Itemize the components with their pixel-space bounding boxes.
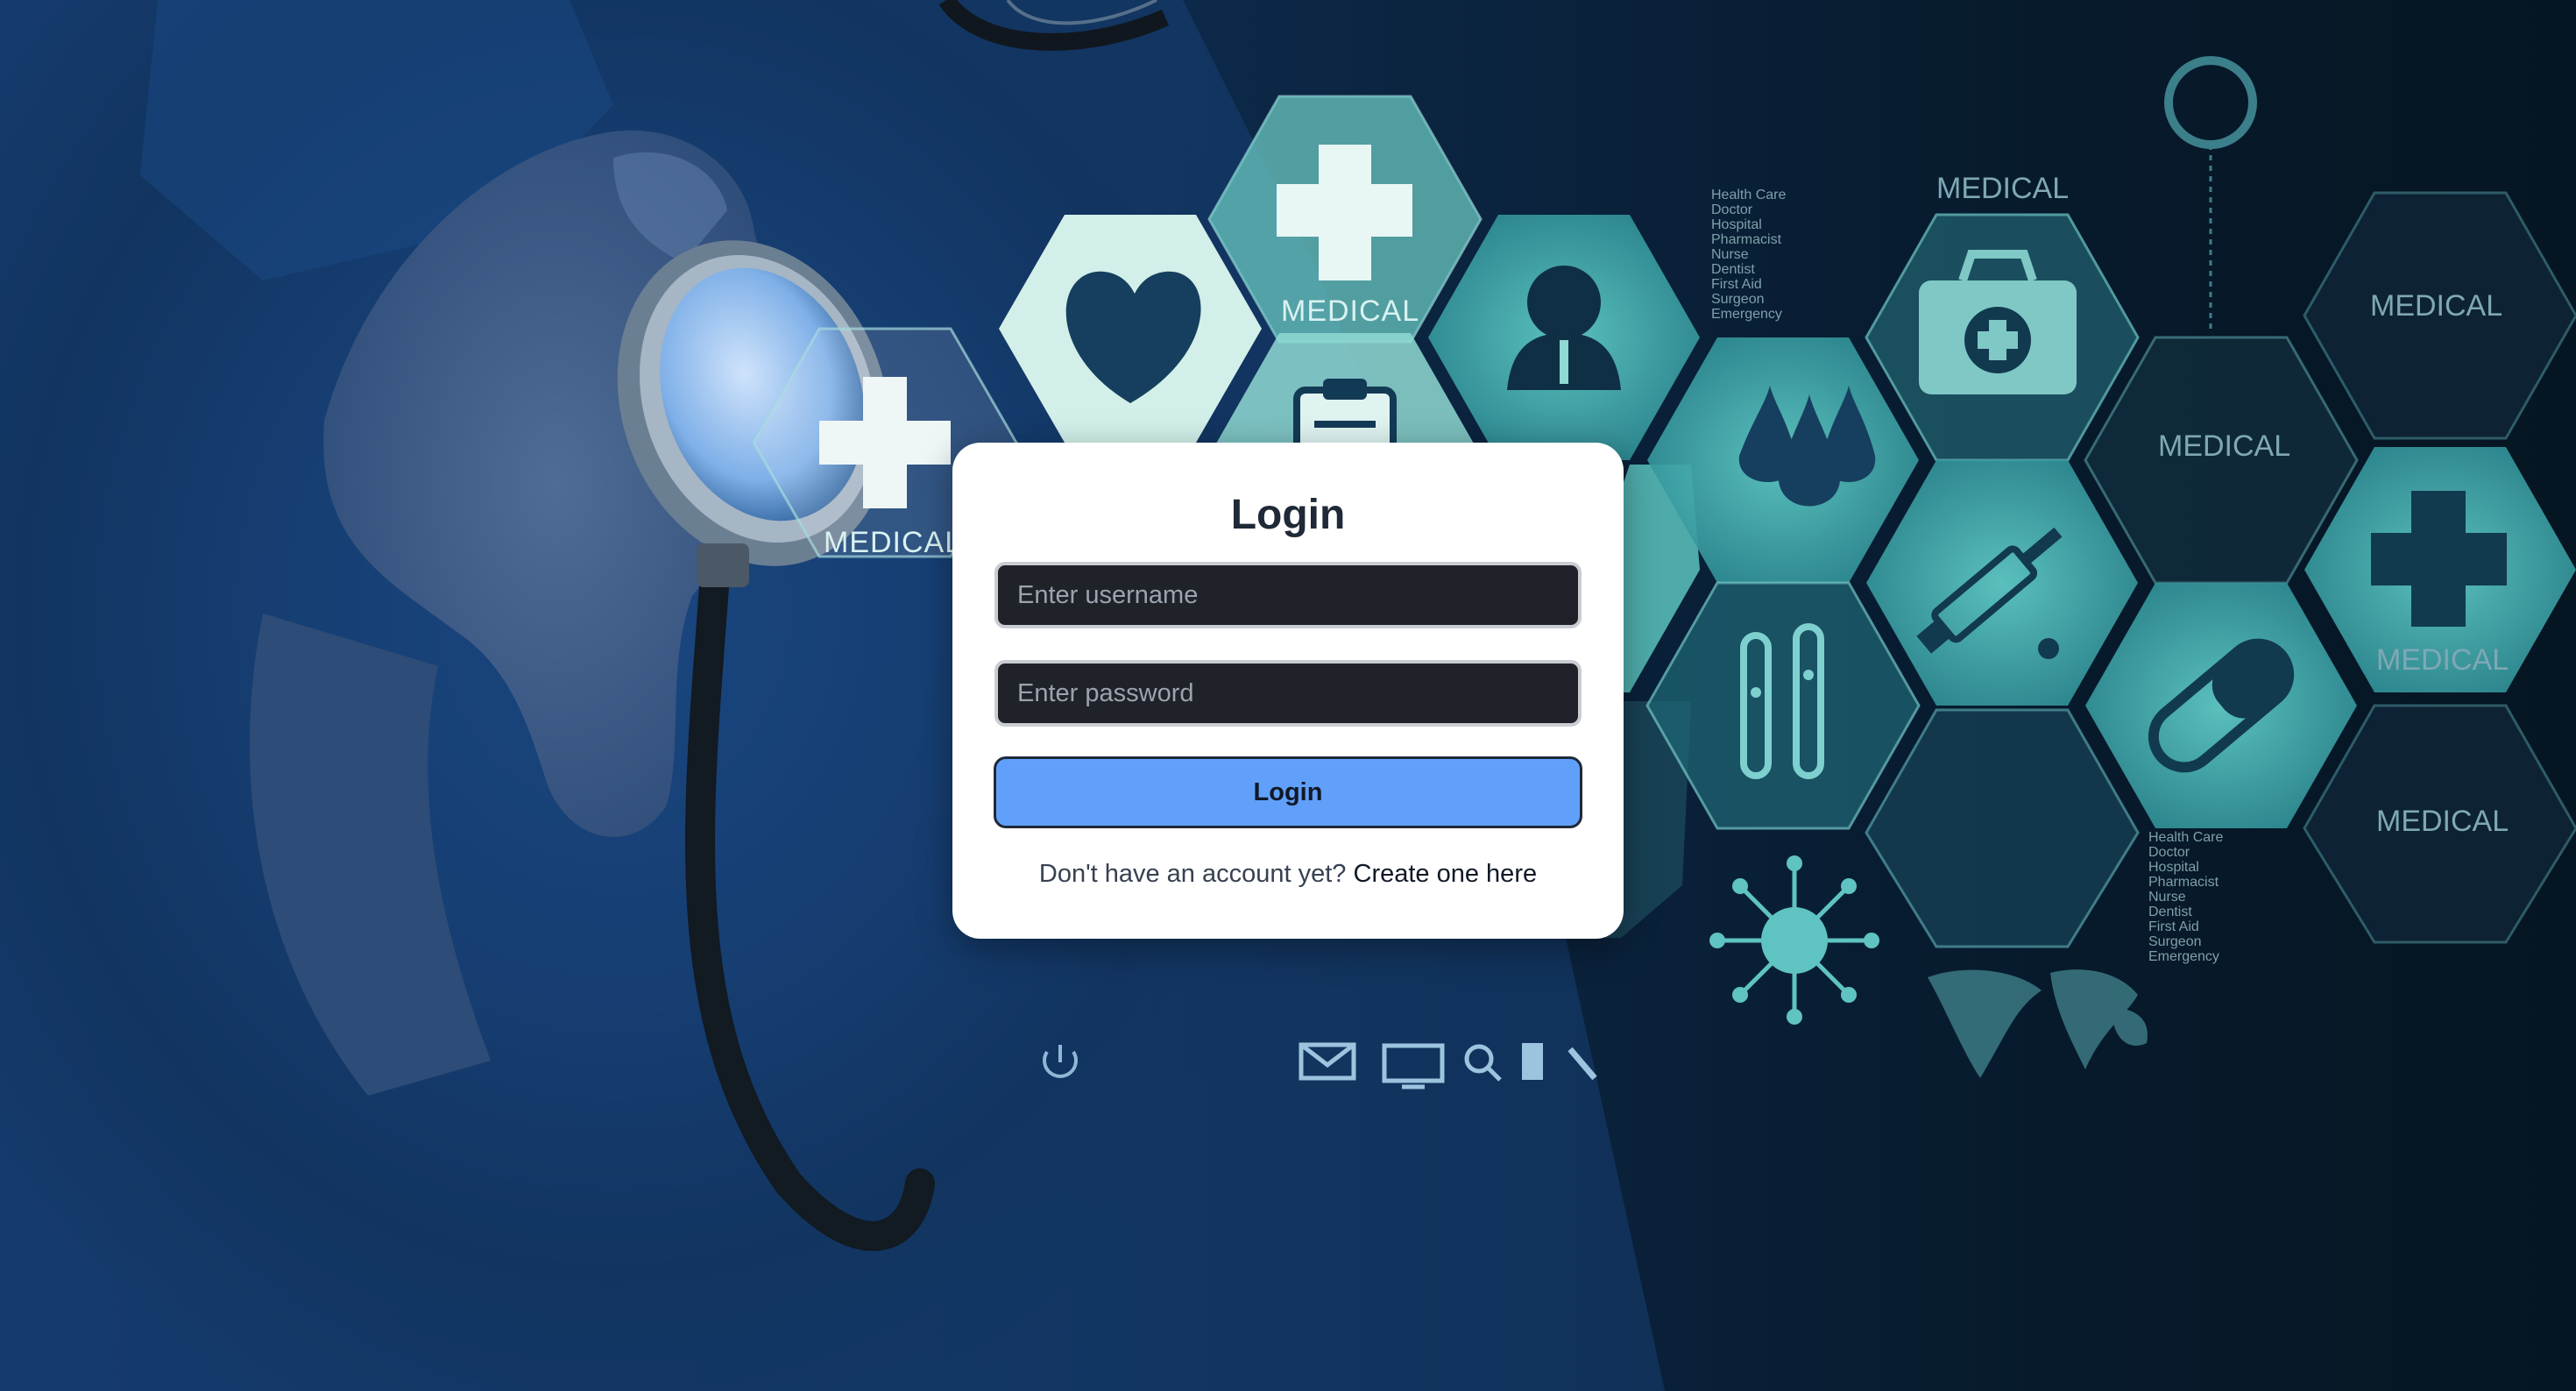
svg-text:Surgeon: Surgeon [2148,934,2202,949]
first-aid-kit-icon [1865,213,2140,462]
create-account-link[interactable]: Create one here [1354,860,1538,888]
signup-prompt-text: Don't have an account yet? [1038,860,1347,888]
hex-label: MEDICAL [2158,429,2290,463]
hex-label: MEDICAL [824,526,962,559]
svg-text:Nurse: Nurse [2148,890,2186,905]
hex-list-1: Health Care Doctor Hospital Pharmacist N… [1711,188,1786,322]
svg-text:Pharmacist: Pharmacist [2148,875,2219,890]
svg-text:Dentist: Dentist [2148,905,2192,919]
pill-icon [2085,583,2357,828]
svg-text:Hospital: Hospital [1711,217,1762,232]
svg-text:First Aid: First Aid [2148,919,2199,934]
hex-label: MEDICAL [2376,643,2509,677]
svg-text:Health Care: Health Care [2148,830,2223,845]
test-tubes-icon [1645,581,1921,830]
svg-text:Health Care: Health Care [1711,188,1786,202]
svg-text:Emergency: Emergency [1711,307,1782,322]
signup-prompt: Don't have an account yet? Create one he… [994,860,1582,889]
hex-label: MEDICAL [1936,172,2069,205]
hex-label: MEDICAL [1281,295,1419,328]
svg-text:Emergency: Emergency [2148,949,2219,964]
svg-text:Doctor: Doctor [1711,202,1753,217]
svg-text:Pharmacist: Pharmacist [1711,232,1782,247]
phone-icon [1522,1043,1543,1080]
login-title: Login [1230,492,1346,538]
password-input[interactable] [994,660,1582,727]
world-map-icon [1928,969,2148,1078]
hex-label: MEDICAL [2370,289,2502,323]
svg-text:Dentist: Dentist [1711,262,1755,277]
person-icon [1428,215,1700,460]
svg-text:Nurse: Nurse [1711,247,1749,262]
svg-text:Surgeon: Surgeon [1711,292,1765,307]
svg-text:First Aid: First Aid [1711,277,1762,292]
username-input[interactable] [994,562,1582,628]
login-button[interactable]: Login [994,756,1582,828]
virus-icon [1709,855,1879,1025]
syringe-icon [1866,460,2138,706]
hex-label: MEDICAL [2376,805,2509,838]
svg-text:Doctor: Doctor [2148,845,2190,860]
login-card: Login Login Don't have an account yet? C… [952,443,1624,939]
pin-icon [2164,56,2257,333]
hex-list-2: Health Care Doctor Hospital Pharmacist N… [2148,830,2223,964]
svg-text:Hospital: Hospital [2148,860,2199,875]
